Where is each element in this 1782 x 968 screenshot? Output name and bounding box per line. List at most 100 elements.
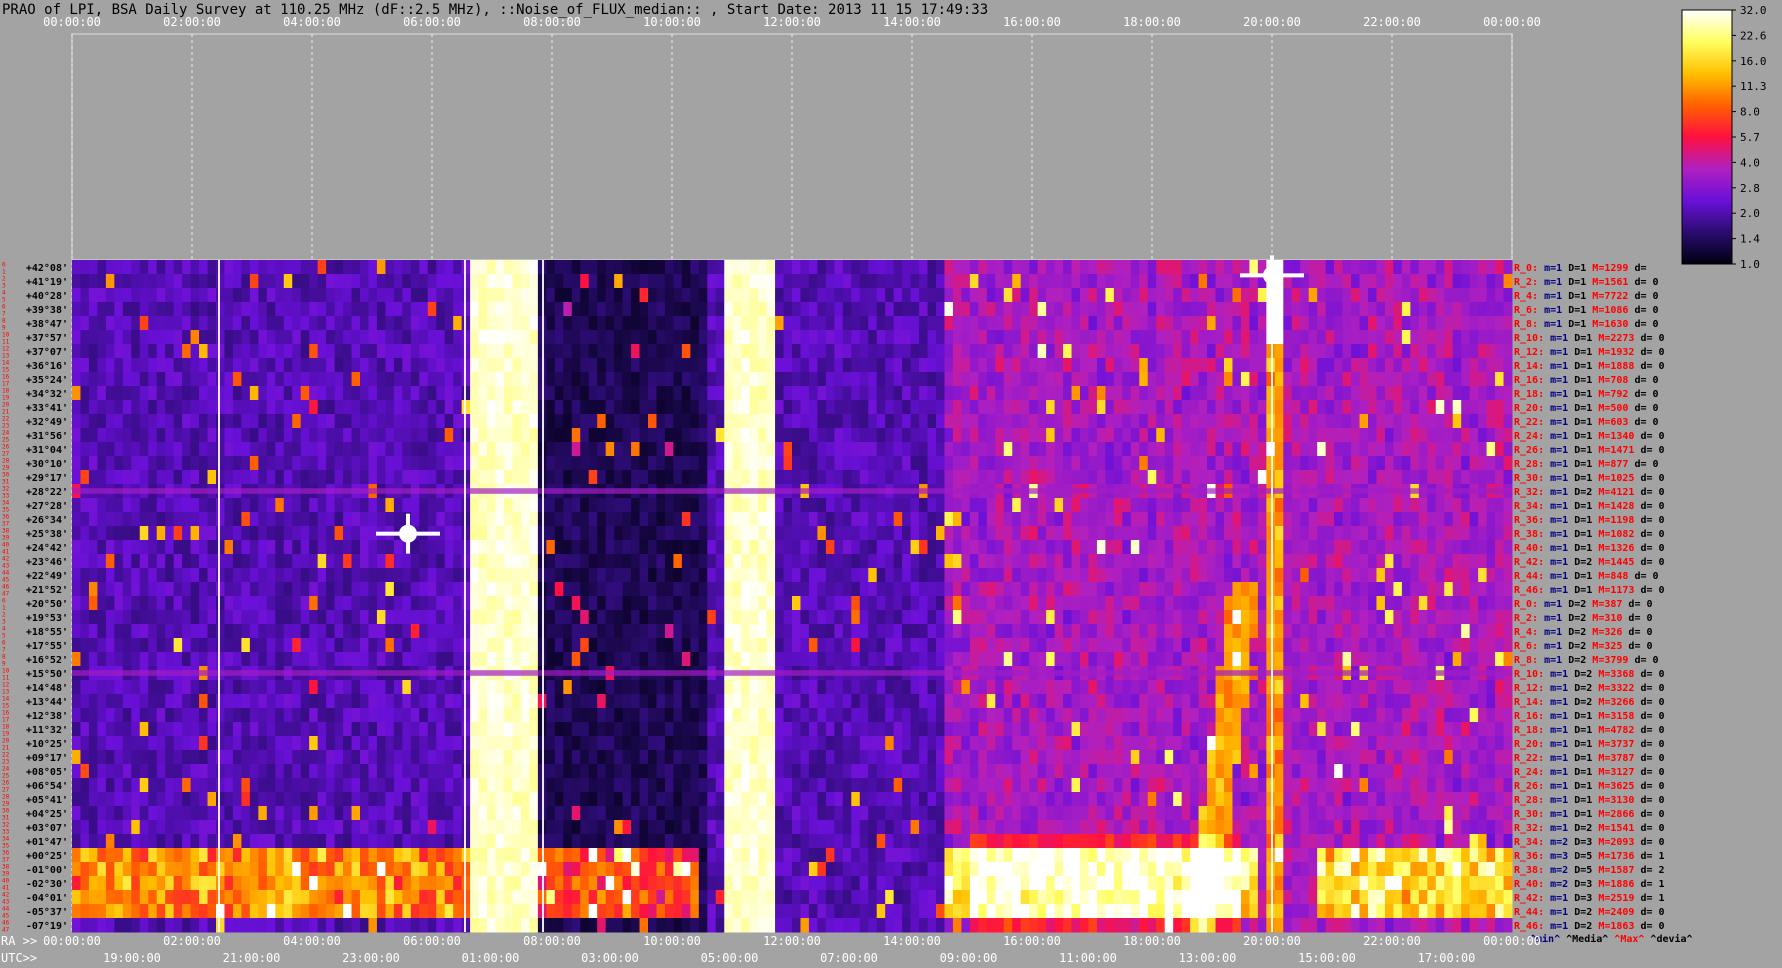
heatmap-cell [563,638,573,653]
heatmap-cell [1495,638,1505,653]
heatmap-cell [724,316,734,331]
heatmap-cell [224,316,234,331]
heatmap-cell [825,568,835,583]
heatmap-cell [1156,596,1166,611]
heatmap-cell [1156,568,1166,583]
heatmap-cell [546,624,556,639]
heatmap-cell [317,386,327,401]
heatmap-cell [165,568,175,583]
heatmap-cell [1164,442,1174,457]
heatmap-cell [817,260,827,275]
heatmap-cell [1156,540,1166,555]
heatmap-cell [1317,610,1327,625]
heatmap-cell [1351,358,1361,373]
heatmap-cell [1486,638,1496,653]
heatmap-cell [1181,638,1191,653]
heatmap-cell [910,526,920,541]
heatmap-cell [749,596,759,611]
heatmap-cell [1232,442,1242,457]
heatmap-cell [1105,330,1115,345]
heatmap-cell [1291,456,1301,471]
heatmap-cell [402,428,412,443]
heatmap-cell [995,302,1005,317]
heatmap-cell [1003,568,1013,583]
heatmap-cell [673,358,683,373]
heatmap-cell [368,372,378,387]
heatmap-cell [105,540,115,555]
heatmap-cell [919,470,929,485]
heatmap-cell [241,260,251,275]
heatmap-cell [1080,274,1089,289]
heatmap-cell [1198,372,1208,387]
heatmap-cell [546,554,556,569]
heatmap-cell [690,400,700,415]
heatmap-cell [1376,512,1386,527]
heatmap-cell [309,260,319,275]
heatmap-cell [529,638,539,653]
heatmap-cell [410,372,420,387]
heatmap-cell [961,652,971,667]
heatmap-cell [639,428,649,443]
heatmap-cell [453,302,463,317]
heatmap-cell [1368,442,1377,457]
heatmap-cell [859,554,869,569]
heatmap-cell [800,414,810,429]
heatmap-cell [1096,638,1106,653]
heatmap-cell [546,288,556,303]
heatmap-cell [1190,540,1200,555]
heatmap-cell [88,414,98,429]
heatmap-cell [1334,568,1344,583]
heatmap-cell [207,596,217,611]
heatmap-cell [1325,540,1335,555]
heatmap-cell [1503,386,1513,401]
heatmap-cell [1173,596,1183,611]
heatmap-cell [1368,512,1377,527]
heatmap-cell [156,344,166,359]
heatmap-cell [453,610,463,625]
heatmap-cell [326,610,336,625]
heatmap-cell [1207,526,1217,541]
heatmap-cell [1012,470,1022,485]
heatmap-cell [1503,330,1513,345]
heatmap-cell [258,582,268,597]
heatmap-cell [673,456,683,471]
heatmap-cell [1291,568,1301,583]
heatmap-cell [707,638,717,653]
heatmap-cell [775,638,785,653]
heatmap-cell [139,372,149,387]
heatmap-cell [1130,568,1140,583]
heatmap-cell [1495,358,1505,373]
heatmap-cell [1249,470,1259,485]
heatmap-cell [478,274,488,289]
heatmap-cell [309,470,319,485]
heatmap-cell [758,428,768,443]
heatmap-cell [622,512,632,527]
heatmap-cell [648,330,657,345]
heatmap-cell [1003,330,1013,345]
heatmap-cell [1147,582,1157,597]
heatmap-cell [885,372,895,387]
heatmap-cell [1376,302,1386,317]
heatmap-cell [1046,316,1056,331]
heatmap-cell [1147,302,1157,317]
heatmap-cell [766,456,776,471]
heatmap-cell [1334,442,1344,457]
heatmap-cell [1054,540,1064,555]
heatmap-cell [868,498,878,513]
heatmap-cell [986,596,996,611]
heatmap-cell [766,358,776,373]
heatmap-cell [859,428,869,443]
heatmap-cell [300,582,310,597]
heatmap-cell [961,498,971,513]
heatmap-cell [326,456,336,471]
heatmap-cell [351,330,361,345]
heatmap-cell [893,330,903,345]
heatmap-cell [80,456,90,471]
heatmap-cell [851,540,861,555]
heatmap-cell [199,540,209,555]
heatmap-cell [1401,442,1411,457]
heatmap-cell [97,498,107,513]
heatmap-cell [919,330,929,345]
heatmap-cell [1029,442,1039,457]
heatmap-cell [1435,302,1445,317]
